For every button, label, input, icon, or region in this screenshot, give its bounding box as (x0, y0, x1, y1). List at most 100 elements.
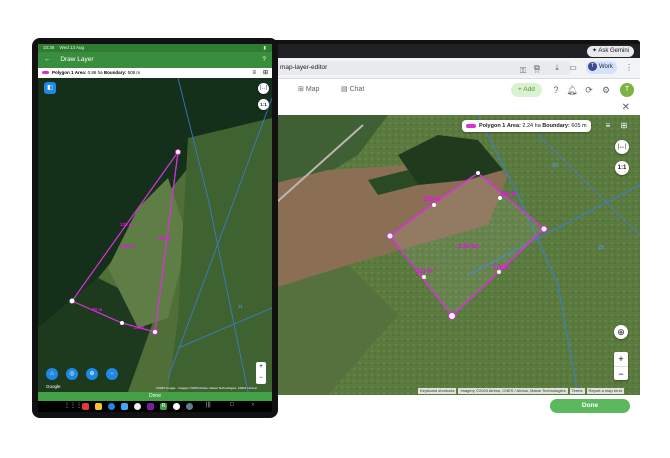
report-error-link[interactable]: Report a map error (586, 388, 625, 394)
nav-item-map[interactable]: ⊞ Map (298, 79, 319, 101)
layer-panel-button[interactable]: ◧ (44, 82, 56, 94)
chat-icon: ▤ (341, 86, 348, 93)
tablet-attribution: ©2025 Google · Imagery ©2025 Airbus, Max… (156, 386, 257, 390)
nav-map-label: Map (305, 86, 320, 93)
address-bar[interactable]: map-layer-editor ⚿ ☆ (272, 61, 572, 75)
layers-icon[interactable]: ≡ (602, 120, 614, 132)
map-attribution: Keyboard shortcuts Imagery ©2025 Airbus,… (418, 388, 625, 394)
nav-item-chat[interactable]: ▤ Chat (341, 79, 364, 101)
ruler-button[interactable]: |↔| (258, 83, 269, 94)
edge-label: 265 m (158, 236, 171, 241)
tablet-screen: 10:38 Wed 13 Aug ▮ ← Draw Layer ? Polygo… (38, 44, 272, 412)
app-drawer-icon[interactable]: ⋮⋮⋮ (64, 402, 82, 409)
app-icon-yellow[interactable] (95, 403, 102, 410)
boundary-label: Boundary: (542, 123, 570, 129)
home-button-icon[interactable]: □ (230, 402, 234, 408)
boundary-value: 605 m (571, 123, 587, 129)
terms-link[interactable]: Terms (569, 388, 585, 394)
user-avatar[interactable]: T (620, 83, 634, 97)
polygon-name: Polygon 1 (52, 70, 74, 75)
scale-button[interactable]: 1:1 (615, 161, 629, 175)
target-icon[interactable]: ◎ (66, 368, 78, 380)
google-logo: Google (46, 384, 61, 389)
polygon-vertex[interactable] (448, 312, 456, 320)
recenter-icon[interactable]: ⊕ (614, 325, 628, 339)
paddock-number: 30 (552, 163, 558, 169)
tablet-app-bar: ← Draw Layer ? (38, 52, 272, 68)
edge-label: 176 m (493, 265, 510, 271)
zoom-in-button[interactable]: + (614, 352, 628, 366)
profile-label: Work (599, 64, 613, 70)
area-value: 2.24 ha (522, 123, 541, 129)
polygon-vertex[interactable] (120, 321, 124, 325)
area-label: Area: (74, 70, 87, 75)
polygon-vertex[interactable] (152, 329, 158, 335)
plus-icon: + (518, 86, 522, 93)
home-icon[interactable]: ⌂ (46, 368, 58, 380)
zoom-out-button[interactable]: − (256, 373, 266, 384)
back-icon[interactable]: ‹ (252, 402, 254, 408)
recents-icon[interactable]: ||| (206, 402, 211, 408)
tablet-done-button[interactable]: Done (38, 392, 272, 401)
download-icon[interactable]: ⤓ (550, 61, 564, 75)
settings-icon[interactable]: ⚙ (599, 83, 613, 97)
zoom-out-button[interactable]: − (614, 366, 628, 381)
minus-icon[interactable]: − (106, 368, 118, 380)
imagery-credit: Imagery ©2025 Airbus, CNES / Airbus, Max… (458, 388, 568, 394)
polygon-vertex[interactable] (475, 170, 481, 176)
app-icon-lightblue[interactable] (121, 403, 128, 410)
boundary-value: 505 m (127, 70, 141, 75)
add-point-icon[interactable]: ⊕ (86, 368, 98, 380)
ruler-button[interactable]: |↔| (615, 140, 629, 154)
close-icon[interactable]: ✕ (622, 101, 630, 115)
profile-button[interactable]: T Work (586, 61, 617, 74)
status-bar: 10:38 Wed 13 Aug ▮ (38, 44, 272, 52)
extensions-icon[interactable]: ⧉ (530, 61, 544, 75)
map-tools-icon[interactable]: ⊞ (618, 120, 630, 132)
app-icon-red[interactable] (82, 403, 89, 410)
app-icon-camera[interactable] (134, 403, 141, 410)
tablet-device: 10:38 Wed 13 Aug ▮ ← Draw Layer ? Polygo… (32, 38, 278, 418)
keyboard-shortcuts-link[interactable]: Keyboard shortcuts (418, 388, 457, 394)
app-icon-green[interactable]: R (160, 403, 167, 410)
back-arrow-icon[interactable]: ← (44, 56, 51, 63)
edge-label: 120 m (120, 222, 133, 227)
boundary-label: Boundary: (103, 70, 127, 75)
help-icon[interactable]: ? (549, 83, 563, 97)
polygon-vertex[interactable] (175, 149, 181, 155)
scale-button[interactable]: 1:1 (258, 99, 269, 110)
desktop-satellite-map: 156 m 122 m 151 m 176 m 2.24 ha 30 29 (268, 115, 640, 395)
polygon-vertex[interactable] (69, 298, 75, 304)
polygon-vertex[interactable] (540, 225, 548, 233)
more-menu-icon[interactable]: ⋮ (622, 61, 636, 75)
polygon-midpoint[interactable] (432, 203, 436, 207)
app-icon-blue[interactable] (108, 403, 115, 410)
edge-label: 156 m (423, 197, 440, 203)
tablet-info-bar: Polygon 1 Area: 0.86 ha Boundary: 505 m … (38, 68, 272, 78)
app-icon-chrome[interactable] (173, 403, 180, 410)
sidebar-icon[interactable]: ▭ (566, 61, 580, 75)
polygon-midpoint[interactable] (422, 275, 426, 279)
done-button[interactable]: Done (550, 399, 630, 413)
key-icon[interactable]: ⚿ (516, 64, 530, 78)
app-header: s ⊞ Map ▤ Chat + Add ? 🔔︎ ⟳ ⚙ T (268, 79, 640, 101)
sync-icon[interactable]: ⟳ (582, 83, 596, 97)
sparkle-icon: ✦ (591, 48, 597, 54)
tablet-map[interactable]: 120 m 265 m 60 m 28 m 0.86 ha 31 Google … (38, 78, 272, 392)
add-button[interactable]: + Add (511, 83, 542, 97)
zoom-control[interactable]: + − (256, 362, 266, 384)
layers-icon[interactable]: ≡ (252, 68, 256, 78)
ask-gemini-button[interactable]: ✦ Ask Gemini (586, 46, 634, 57)
desktop-map[interactable]: 156 m 122 m 151 m 176 m 2.24 ha 30 29 Po… (268, 115, 640, 395)
status-time: 10:38 (43, 45, 55, 50)
help-icon[interactable]: ? (262, 52, 266, 68)
polygon-info-chip: Polygon 1 Area: 2.24 ha Boundary: 605 m (462, 120, 591, 132)
bell-icon[interactable]: 🔔︎ (565, 83, 579, 97)
map-icon: ⊞ (298, 86, 304, 93)
zoom-in-button[interactable]: + (256, 362, 266, 373)
polygon-vertex[interactable] (386, 232, 394, 240)
app-icon-settings[interactable] (186, 403, 193, 410)
polygon-area-label: 0.86 ha (120, 244, 136, 249)
app-icon-purple[interactable] (147, 403, 154, 410)
map-tools-icon[interactable]: ⊞ (263, 68, 268, 78)
